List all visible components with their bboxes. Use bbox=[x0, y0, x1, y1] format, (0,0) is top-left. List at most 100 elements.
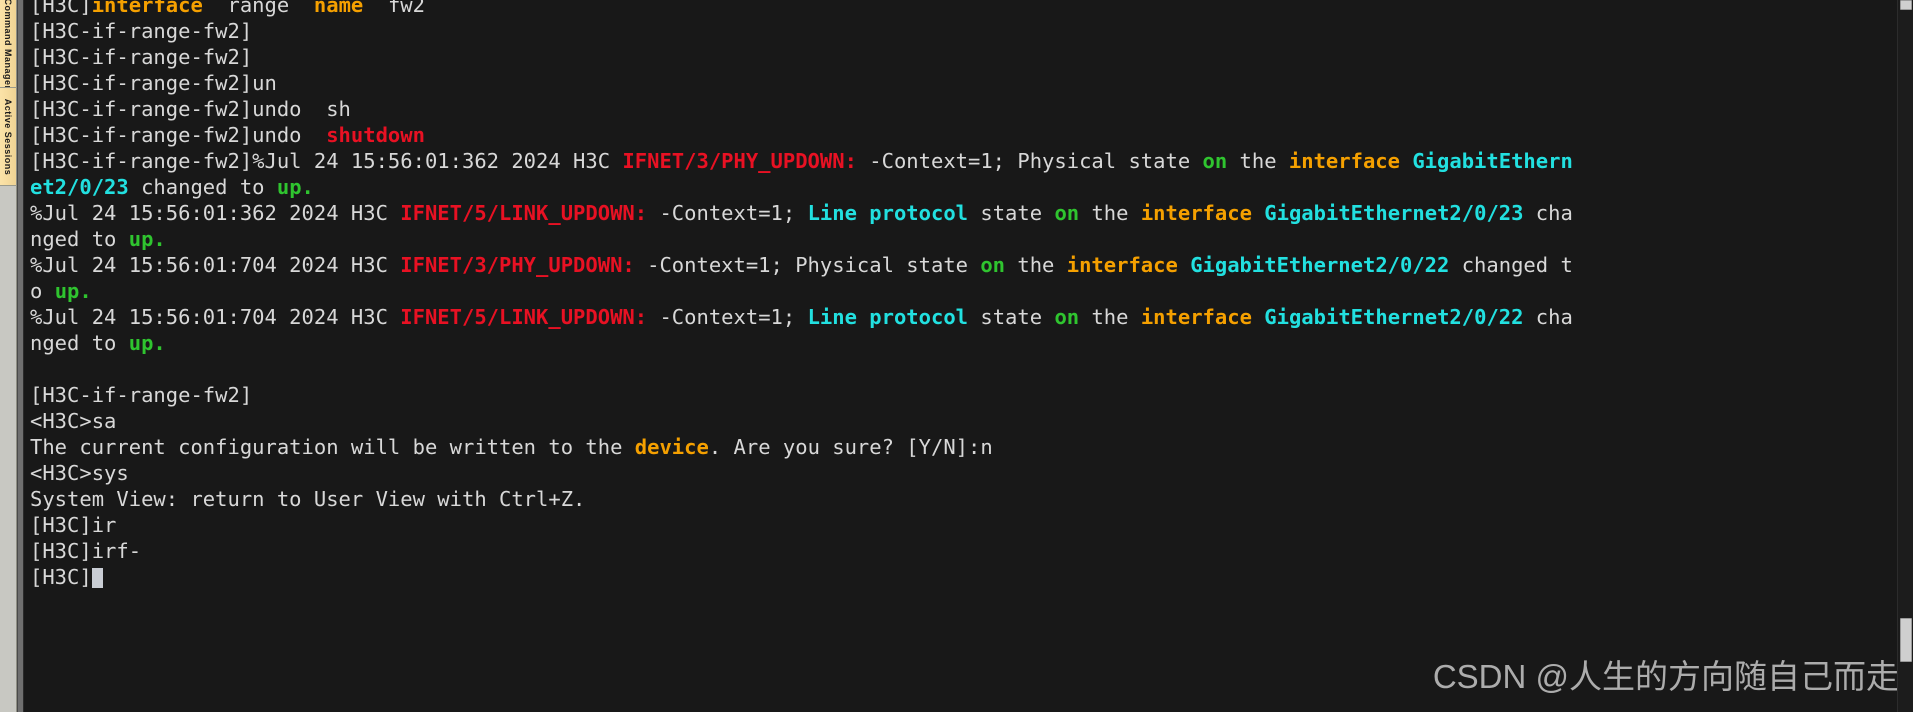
sidebar-tab-active-sessions[interactable]: Active Sessions bbox=[0, 88, 17, 186]
terminal-segment: GigabitEthernet2/0/23 bbox=[1264, 201, 1524, 225]
line-log-phy-updown-23-cont: et2/0/23 changed to up. bbox=[30, 174, 1913, 200]
terminal-segment: [H3C-if-range-fw2]undo bbox=[30, 123, 327, 147]
terminal-segment: System View: return to User View with Ct… bbox=[30, 487, 586, 511]
line-sys: <H3C>sys bbox=[30, 460, 1913, 486]
terminal-segment: <H3C>sa bbox=[30, 409, 117, 433]
terminal-segment: [H3C-if-range-fw2] bbox=[30, 19, 253, 43]
terminal-output-area[interactable]: [H3C]interface range name fw2 [H3C-if-ran… bbox=[24, 0, 1913, 712]
terminal-segment: o bbox=[30, 279, 55, 303]
terminal-cursor bbox=[91, 568, 103, 588]
terminal-segment: interface bbox=[1288, 149, 1400, 173]
line-sa: <H3C>sa bbox=[30, 408, 1913, 434]
terminal-segment: %Jul 24 15:56:01:704 2024 H3C bbox=[30, 253, 401, 277]
csdn-watermark: CSDN @人生的方向随自己而走 bbox=[1432, 658, 1899, 695]
scrollbar-thumb-top[interactable] bbox=[1900, 0, 1912, 10]
sidebar-tab-strip: Command Manager Active Sessions bbox=[0, 0, 17, 712]
terminal-segment bbox=[857, 201, 869, 225]
terminal-segment: IFNET/5/LINK_UPDOWN: bbox=[400, 201, 648, 225]
terminal-segment: Line bbox=[807, 305, 857, 329]
terminal-segment: nged to bbox=[30, 227, 129, 251]
terminal-segment bbox=[857, 305, 869, 329]
line-log-phy-updown-22: %Jul 24 15:56:01:704 2024 H3C IFNET/3/PH… bbox=[30, 252, 1913, 278]
line-save-confirm: The current configuration will be writte… bbox=[30, 434, 1913, 460]
line-undo-sh: [H3C-if-range-fw2]undo sh bbox=[30, 96, 1913, 122]
terminal-segment: changed to bbox=[128, 175, 277, 199]
line-system-view: System View: return to User View with Ct… bbox=[30, 486, 1913, 512]
terminal-segment bbox=[1252, 201, 1264, 225]
line-log-link-updown-23: %Jul 24 15:56:01:362 2024 H3C IFNET/5/LI… bbox=[30, 200, 1913, 226]
line-ir: [H3C]ir bbox=[30, 512, 1913, 538]
terminal-segment: interface bbox=[1140, 305, 1252, 329]
line-log-link-updown-22: %Jul 24 15:56:01:704 2024 H3C IFNET/5/LI… bbox=[30, 304, 1913, 330]
terminal-segment bbox=[1252, 305, 1264, 329]
terminal-segment: nged to bbox=[30, 331, 129, 355]
line-blank-1 bbox=[30, 356, 1913, 382]
terminal-segment: the bbox=[1079, 305, 1141, 329]
terminal-segment: [H3C]irf- bbox=[30, 539, 142, 563]
line-prompt-3: [H3C-if-range-fw2] bbox=[30, 382, 1913, 408]
terminal-segment: -Context=1; Physical state bbox=[856, 149, 1203, 173]
terminal-segment: state bbox=[968, 201, 1055, 225]
terminal-segment: IFNET/3/PHY_UPDOWN: bbox=[400, 253, 635, 277]
line-log-phy-updown-23: [H3C-if-range-fw2]%Jul 24 15:56:01:362 2… bbox=[30, 148, 1913, 174]
terminal-segment: protocol bbox=[869, 201, 969, 225]
terminal-segment: range bbox=[202, 0, 314, 17]
line-current-prompt: [H3C] bbox=[30, 564, 1913, 590]
terminal-segment bbox=[1400, 149, 1412, 173]
terminal-segment: GigabitEthernet2/0/22 bbox=[1190, 253, 1450, 277]
terminal-segment: [H3C-if-range-fw2] bbox=[30, 383, 253, 407]
terminal-segment: on bbox=[1054, 201, 1080, 225]
terminal-segment: the bbox=[1079, 201, 1141, 225]
line-prompt-2: [H3C-if-range-fw2] bbox=[30, 44, 1913, 70]
terminal-segment: up. bbox=[128, 227, 166, 251]
terminal-segment bbox=[1178, 253, 1190, 277]
terminal-segment: [H3C] bbox=[30, 565, 92, 589]
terminal-segment: interface bbox=[91, 0, 203, 17]
sidebar-tab-active-sessions-label: Active Sessions bbox=[3, 98, 13, 175]
terminal-segment: the bbox=[1005, 253, 1067, 277]
sidebar-tab-command-manager-label: Command Manager bbox=[3, 0, 13, 88]
line-log-link-updown-23-cont: nged to up. bbox=[30, 226, 1913, 252]
terminal-segment: [H3C-if-range-fw2]undo sh bbox=[30, 97, 351, 121]
terminal-segment: GigabitEthernet2/0/22 bbox=[1264, 305, 1524, 329]
sidebar-terminal-divider[interactable] bbox=[17, 0, 24, 712]
scrollbar-thumb[interactable] bbox=[1900, 618, 1912, 662]
terminal-segment: . Are you sure? [Y/N]:n bbox=[708, 435, 993, 459]
terminal-segment: [H3C-if-range-fw2] bbox=[30, 45, 253, 69]
terminal-segment: fw2 bbox=[363, 0, 425, 17]
terminal-segment: device bbox=[634, 435, 709, 459]
terminal-window: Command Manager Active Sessions [H3C]int… bbox=[0, 0, 1913, 712]
terminal-segment: [H3C-if-range-fw2]%Jul 24 15:56:01:362 2… bbox=[30, 149, 623, 173]
line-irf: [H3C]irf- bbox=[30, 538, 1913, 564]
sidebar-filler bbox=[0, 186, 17, 712]
line-prompt-1: [H3C-if-range-fw2] bbox=[30, 18, 1913, 44]
terminal-segment: Line bbox=[807, 201, 857, 225]
terminal-segment: cha bbox=[1523, 305, 1573, 329]
terminal-segment: the bbox=[1227, 149, 1289, 173]
terminal-segment: <H3C>sys bbox=[30, 461, 129, 485]
terminal-segment: [H3C-if-range-fw2]un bbox=[30, 71, 277, 95]
terminal-segment: up. bbox=[54, 279, 92, 303]
terminal-segment: protocol bbox=[869, 305, 969, 329]
terminal-scrollbar[interactable] bbox=[1897, 0, 1913, 712]
terminal-segment: [H3C] bbox=[30, 0, 92, 17]
line-un: [H3C-if-range-fw2]un bbox=[30, 70, 1913, 96]
line-interface-range-name: [H3C]interface range name fw2 bbox=[30, 0, 1913, 18]
sidebar-tab-command-manager[interactable]: Command Manager bbox=[0, 0, 17, 88]
line-undo-shutdown: [H3C-if-range-fw2]undo shutdown bbox=[30, 122, 1913, 148]
terminal-segment: up. bbox=[128, 331, 166, 355]
terminal-segment: name bbox=[313, 0, 364, 17]
terminal-segment: %Jul 24 15:56:01:362 2024 H3C bbox=[30, 201, 401, 225]
terminal-segment: IFNET/3/PHY_UPDOWN: bbox=[622, 149, 857, 173]
terminal-segment: %Jul 24 15:56:01:704 2024 H3C bbox=[30, 305, 401, 329]
terminal-segment: [H3C]ir bbox=[30, 513, 117, 537]
terminal-segment: cha bbox=[1523, 201, 1573, 225]
terminal-segment: interface bbox=[1140, 201, 1252, 225]
terminal-segment: The current configuration will be writte… bbox=[30, 435, 635, 459]
terminal-segment: interface bbox=[1066, 253, 1178, 277]
terminal-segment: -Context=1; Physical state bbox=[634, 253, 981, 277]
terminal-segment: on bbox=[1054, 305, 1080, 329]
terminal-segment: up. bbox=[276, 175, 314, 199]
terminal-segment: -Context=1; bbox=[647, 305, 808, 329]
terminal-segment: on bbox=[1202, 149, 1228, 173]
